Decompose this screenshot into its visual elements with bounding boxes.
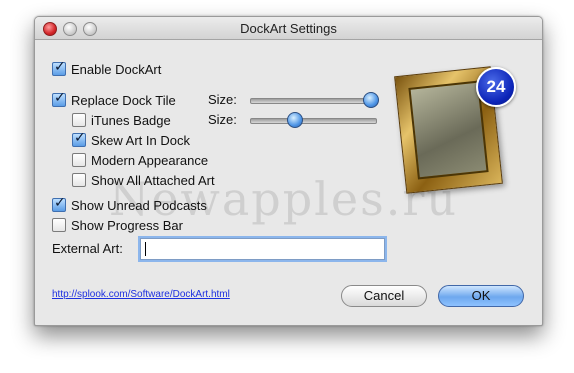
checkbox-label: Enable DockArt: [71, 61, 162, 77]
checkbox-icon: ✓: [52, 58, 66, 76]
ok-button[interactable]: OK: [438, 285, 524, 307]
unread-count-badge: 24: [476, 67, 516, 107]
dock-tile-size-label: Size:: [208, 92, 237, 107]
slider-knob[interactable]: [363, 92, 379, 108]
checkbox-label: Show Progress Bar: [71, 217, 183, 233]
itunes-badge-checkbox[interactable]: iTunes Badge: [72, 112, 171, 128]
checkbox-label: Skew Art In Dock: [91, 132, 190, 148]
show-progress-bar-checkbox[interactable]: Show Progress Bar: [52, 217, 183, 233]
checkbox-icon: ✓: [52, 89, 66, 107]
title-bar: DockArt Settings: [35, 17, 542, 40]
enable-dockart-checkbox[interactable]: ✓ Enable DockArt: [52, 58, 162, 77]
checkbox-icon: [52, 218, 66, 232]
external-art-label: External Art:: [52, 241, 123, 256]
settings-window: DockArt Settings Newapples.ru ✓ Enable D…: [34, 16, 543, 326]
show-unread-podcasts-checkbox[interactable]: ✓ Show Unread Podcasts: [52, 194, 207, 213]
text-caret: [145, 242, 146, 256]
cancel-button[interactable]: Cancel: [341, 285, 427, 307]
modern-appearance-checkbox[interactable]: Modern Appearance: [72, 152, 208, 168]
checkbox-icon: [72, 153, 86, 167]
checkbox-label: Show Unread Podcasts: [71, 197, 207, 213]
window-title: DockArt Settings: [240, 21, 337, 36]
checkbox-label: Show All Attached Art: [91, 172, 215, 188]
itunes-badge-size-label: Size:: [208, 112, 237, 127]
checkbox-label: Modern Appearance: [91, 152, 209, 168]
checkbox-icon: [72, 113, 86, 127]
checkbox-label: iTunes Badge: [91, 112, 171, 128]
website-link[interactable]: http://splook.com/Software/DockArt.html: [52, 289, 230, 300]
dock-tile-size-slider[interactable]: [250, 92, 379, 108]
checkbox-icon: [72, 173, 86, 187]
skew-art-checkbox[interactable]: ✓ Skew Art In Dock: [72, 129, 190, 148]
itunes-badge-size-slider[interactable]: [250, 112, 377, 128]
slider-track: [250, 118, 377, 124]
slider-track: [250, 98, 377, 104]
checkbox-label: Replace Dock Tile: [71, 92, 176, 108]
show-all-attached-art-checkbox[interactable]: Show All Attached Art: [72, 172, 215, 188]
checkbox-icon: ✓: [72, 129, 86, 147]
slider-knob[interactable]: [287, 112, 304, 128]
replace-dock-tile-checkbox[interactable]: ✓ Replace Dock Tile: [52, 89, 176, 108]
checkbox-icon: ✓: [52, 194, 66, 212]
external-art-input[interactable]: [140, 238, 385, 260]
album-art-image: [408, 80, 489, 180]
